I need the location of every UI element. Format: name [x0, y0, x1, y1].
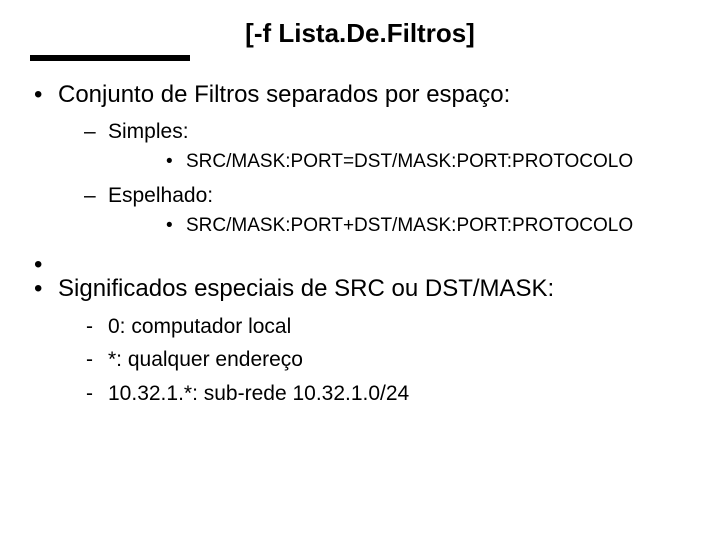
sub-item-text: Espelhado: [108, 184, 213, 207]
sub-item-text: *: qualquer endereço [108, 348, 303, 371]
bullet-item: Significados especiais de SRC ou DST/MAS… [30, 273, 690, 408]
sub-list: 0: computador local *: qualquer endereço… [58, 312, 690, 408]
bullet-list: Conjunto de Filtros separados por espaço… [30, 79, 690, 408]
bullet-text: Significados especiais de SRC ou DST/MAS… [58, 275, 554, 302]
sub-item: 0: computador local [58, 312, 690, 341]
sub-list: Simples: SRC/MASK:PORT=DST/MASK:PORT:PRO… [58, 117, 690, 239]
sub-item-text: Simples: [108, 120, 189, 143]
slide: [-f Lista.De.Filtros] Conjunto de Filtro… [0, 0, 720, 540]
sub-item: 10.32.1.*: sub-rede 10.32.1.0/24 [58, 379, 690, 408]
title-wrap: [-f Lista.De.Filtros] [30, 18, 690, 49]
subsub-item: SRC/MASK:PORT=DST/MASK:PORT:PROTOCOLO [108, 149, 690, 176]
sub-item: Simples: SRC/MASK:PORT=DST/MASK:PORT:PRO… [58, 117, 690, 175]
subsub-text: SRC/MASK:PORT=DST/MASK:PORT:PROTOCOLO [186, 151, 633, 172]
subsub-item: SRC/MASK:PORT+DST/MASK:PORT:PROTOCOLO [108, 213, 690, 240]
slide-title: [-f Lista.De.Filtros] [245, 18, 475, 49]
sub-item-text: 10.32.1.*: sub-rede 10.32.1.0/24 [108, 382, 409, 405]
bullet-text: Conjunto de Filtros separados por espaço… [58, 81, 510, 108]
horizontal-rule [30, 55, 190, 61]
sub-item-text: 0: computador local [108, 315, 291, 338]
sub-item: *: qualquer endereço [58, 345, 690, 374]
sub-item: Espelhado: SRC/MASK:PORT+DST/MASK:PORT:P… [58, 181, 690, 239]
bullet-item: Conjunto de Filtros separados por espaço… [30, 79, 690, 239]
subsub-list: SRC/MASK:PORT=DST/MASK:PORT:PROTOCOLO [108, 149, 690, 176]
subsub-list: SRC/MASK:PORT+DST/MASK:PORT:PROTOCOLO [108, 213, 690, 240]
spacer [30, 249, 690, 263]
subsub-text: SRC/MASK:PORT+DST/MASK:PORT:PROTOCOLO [186, 215, 633, 236]
